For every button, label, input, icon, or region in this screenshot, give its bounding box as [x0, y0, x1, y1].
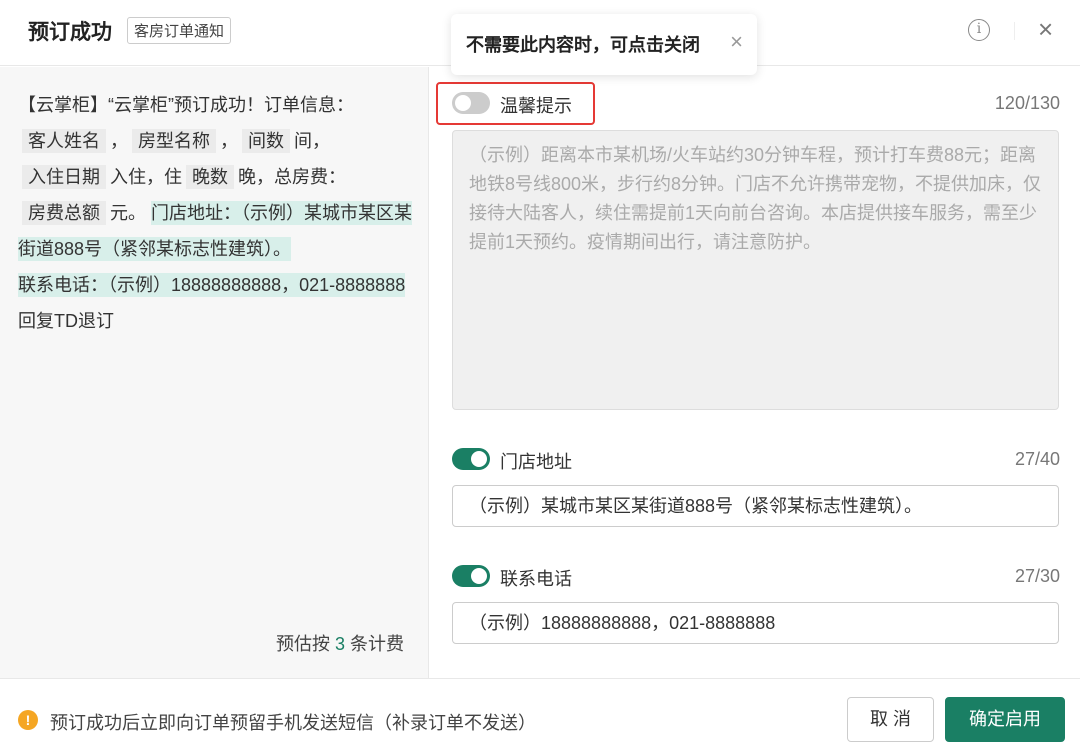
sms-preview-text: 【云掌柜】“云掌柜”预订成功！订单信息： 客人姓名，房型名称，间数 间， 入住日期 入住… — [18, 87, 413, 339]
footer-note: 预订成功后立即向订单预留手机发送短信（补录订单不发送） — [50, 713, 536, 733]
preview-sep: ， — [110, 131, 128, 151]
billing-estimate: 预估按 3 条计费 — [275, 634, 404, 654]
header-divider — [1014, 22, 1015, 40]
address-toggle[interactable] — [452, 448, 490, 470]
tips-textarea[interactable]: （示例）距离本市某机场/火车站约30分钟车程，预计打车费88元；距离地铁8号线8… — [452, 130, 1059, 410]
phone-count: 27/30 — [1014, 566, 1060, 586]
preview-phone: 联系电话：（示例）18888888888，021-8888888 — [18, 273, 406, 297]
close-icon[interactable]: × — [1038, 14, 1053, 45]
phone-toggle[interactable] — [452, 565, 490, 587]
address-label: 门店地址 — [500, 452, 572, 472]
var-guest-name: 客人姓名 — [22, 129, 106, 153]
var-room-count: 间数 — [242, 129, 290, 153]
info-icon[interactable]: i — [968, 19, 990, 41]
preview-unsubscribe: 回复TD退订 — [18, 311, 114, 331]
var-total-fee: 房费总额 — [22, 201, 106, 225]
warning-icon: ! — [18, 710, 38, 730]
phone-input[interactable]: （示例）18888888888，021-8888888 — [452, 602, 1059, 644]
var-nights: 晚数 — [186, 165, 234, 189]
tips-label: 温馨提示 — [500, 96, 572, 116]
tips-count: 120/130 — [994, 93, 1060, 113]
tooltip-text: 不需要此内容时，可点击关闭 — [466, 35, 700, 55]
confirm-enable-button[interactable]: 确定启用 — [945, 697, 1065, 742]
address-count: 27/40 — [1014, 449, 1060, 469]
dialog-footer: ! 预订成功后立即向订单预留手机发送短信（补录订单不发送） 取 消 确定启用 — [0, 678, 1080, 753]
preview-sep: ， — [220, 131, 238, 151]
phone-label: 联系电话 — [500, 569, 572, 589]
template-type-badge: 客房订单通知 — [127, 17, 232, 44]
cancel-button[interactable]: 取 消 — [847, 697, 934, 742]
preview-text: 入住，住 — [110, 167, 182, 187]
preview-prefix: 【云掌柜】“云掌柜”预订成功！订单信息： — [18, 95, 354, 115]
preview-text: 晚，总房费： — [238, 167, 346, 187]
address-input[interactable]: （示例）某城市某区某街道888号（紧邻某标志性建筑）。 — [452, 485, 1059, 527]
dialog-title: 预订成功 — [28, 21, 112, 44]
tips-toggle[interactable] — [452, 92, 490, 114]
hint-tooltip: 不需要此内容时，可点击关闭 × — [451, 14, 757, 75]
preview-text: 元。 — [110, 203, 146, 223]
tooltip-close-icon[interactable]: × — [730, 29, 743, 55]
var-room-type: 房型名称 — [132, 129, 216, 153]
preview-text: 间， — [294, 131, 330, 151]
var-checkin-date: 入住日期 — [22, 165, 106, 189]
sms-preview-panel: 【云掌柜】“云掌柜”预订成功！订单信息： 客人姓名，房型名称，间数 间， 入住日期 入住… — [0, 67, 429, 678]
